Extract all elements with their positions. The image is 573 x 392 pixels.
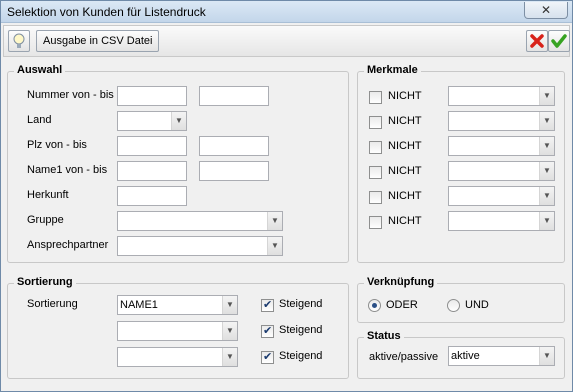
gruppe-label: Gruppe bbox=[27, 214, 64, 226]
merkmal-nicht-checkbox[interactable] bbox=[369, 216, 382, 229]
merkmal-select[interactable]: ▼ bbox=[448, 161, 555, 181]
plz-to-input[interactable] bbox=[199, 136, 269, 156]
chevron-down-icon: ▼ bbox=[539, 187, 554, 205]
merkmal-nicht-checkbox[interactable] bbox=[369, 141, 382, 154]
ascending-label: Steigend bbox=[279, 350, 323, 362]
chevron-down-icon: ▼ bbox=[171, 112, 186, 130]
chevron-down-icon: ▼ bbox=[222, 296, 237, 314]
herkunft-label: Herkunft bbox=[27, 189, 69, 201]
merkmal-select[interactable]: ▼ bbox=[448, 111, 555, 131]
chevron-down-icon: ▼ bbox=[267, 212, 282, 230]
name1-from-input[interactable] bbox=[117, 161, 187, 181]
csv-export-label: Ausgabe in CSV Datei bbox=[43, 35, 153, 47]
close-button[interactable]: ✕ bbox=[524, 2, 568, 19]
verknuepfung-legend: Verknüpfung bbox=[364, 276, 438, 288]
sort-field-select[interactable]: ▼ bbox=[117, 347, 238, 367]
und-radio[interactable] bbox=[447, 299, 460, 312]
land-select[interactable]: ▼ bbox=[117, 111, 187, 131]
chevron-down-icon: ▼ bbox=[222, 348, 237, 366]
auswahl-legend: Auswahl bbox=[14, 64, 66, 76]
merkmal-nicht-checkbox[interactable] bbox=[369, 116, 382, 129]
ascending-checkbox[interactable] bbox=[261, 324, 274, 338]
chevron-down-icon: ▼ bbox=[539, 162, 554, 180]
sort-field-select[interactable]: NAME1 ▼ bbox=[117, 295, 238, 315]
nummer-from-input[interactable] bbox=[117, 86, 187, 106]
dialog-window: Selektion von Kunden für Listendruck ✕ A… bbox=[0, 0, 573, 392]
land-label: Land bbox=[27, 114, 52, 126]
merkmal-select[interactable]: ▼ bbox=[448, 211, 555, 231]
und-label: UND bbox=[465, 299, 489, 311]
sort-field-select[interactable]: ▼ bbox=[117, 321, 238, 341]
sortierung-label: Sortierung bbox=[27, 298, 78, 310]
chevron-down-icon: ▼ bbox=[267, 237, 282, 255]
merkmal-nicht-label: NICHT bbox=[388, 215, 422, 227]
merkmal-nicht-label: NICHT bbox=[388, 115, 422, 127]
herkunft-input[interactable] bbox=[117, 186, 187, 206]
nummer-label: Nummer von - bis bbox=[27, 89, 114, 101]
chevron-down-icon: ▼ bbox=[539, 137, 554, 155]
merkmal-nicht-checkbox[interactable] bbox=[369, 191, 382, 204]
ascending-checkbox[interactable] bbox=[261, 298, 274, 312]
status-label: aktive/passive bbox=[369, 351, 439, 363]
merkmale-legend: Merkmale bbox=[364, 64, 421, 76]
cancel-button[interactable] bbox=[526, 30, 548, 52]
red-x-icon bbox=[530, 34, 544, 48]
status-legend: Status bbox=[364, 330, 404, 342]
confirm-button[interactable] bbox=[548, 30, 570, 52]
sortierung-legend: Sortierung bbox=[14, 276, 76, 288]
oder-label: ODER bbox=[386, 299, 418, 311]
lightbulb-icon bbox=[13, 33, 25, 48]
chevron-down-icon: ▼ bbox=[222, 322, 237, 340]
merkmal-nicht-label: NICHT bbox=[388, 90, 422, 102]
ansprechpartner-label: Ansprechpartner bbox=[27, 239, 109, 251]
hint-button[interactable] bbox=[8, 30, 30, 52]
name1-to-input[interactable] bbox=[199, 161, 269, 181]
window-title: Selektion von Kunden für Listendruck bbox=[7, 5, 206, 19]
name1-label: Name1 von - bis bbox=[27, 164, 108, 176]
chevron-down-icon: ▼ bbox=[539, 87, 554, 105]
merkmal-select[interactable]: ▼ bbox=[448, 136, 555, 156]
merkmal-select[interactable]: ▼ bbox=[448, 86, 555, 106]
toolbar: Ausgabe in CSV Datei bbox=[3, 25, 570, 57]
ascending-label: Steigend bbox=[279, 324, 323, 336]
ascending-label: Steigend bbox=[279, 298, 323, 310]
merkmal-nicht-label: NICHT bbox=[388, 190, 422, 202]
chevron-down-icon: ▼ bbox=[539, 112, 554, 130]
merkmal-nicht-label: NICHT bbox=[388, 165, 422, 177]
csv-export-button[interactable]: Ausgabe in CSV Datei bbox=[36, 30, 160, 52]
gruppe-select[interactable]: ▼ bbox=[117, 211, 283, 231]
ansprechpartner-select[interactable]: ▼ bbox=[117, 236, 283, 256]
green-check-icon bbox=[551, 34, 567, 48]
merkmal-nicht-checkbox[interactable] bbox=[369, 166, 382, 179]
nummer-to-input[interactable] bbox=[199, 86, 269, 106]
merkmal-nicht-checkbox[interactable] bbox=[369, 91, 382, 104]
plz-label: Plz von - bis bbox=[27, 139, 87, 151]
merkmal-select[interactable]: ▼ bbox=[448, 186, 555, 206]
ascending-checkbox[interactable] bbox=[261, 350, 274, 364]
oder-radio[interactable] bbox=[368, 299, 381, 312]
status-select[interactable]: aktive ▼ bbox=[448, 346, 555, 366]
close-icon: ✕ bbox=[540, 3, 552, 17]
merkmal-nicht-label: NICHT bbox=[388, 140, 422, 152]
title-bar: Selektion von Kunden für Listendruck ✕ bbox=[1, 1, 572, 23]
plz-from-input[interactable] bbox=[117, 136, 187, 156]
chevron-down-icon: ▼ bbox=[539, 347, 554, 365]
chevron-down-icon: ▼ bbox=[539, 212, 554, 230]
